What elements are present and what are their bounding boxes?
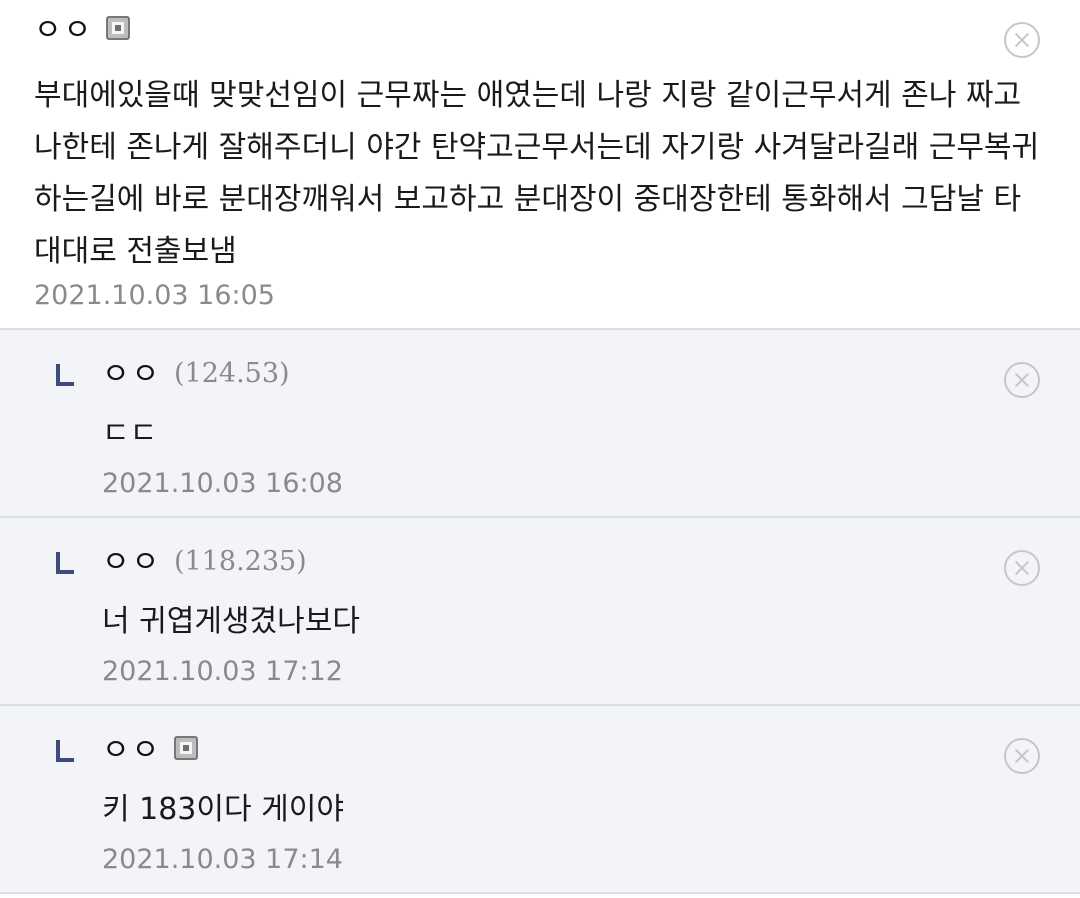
comment-nickname[interactable]: ㅇㅇ: [102, 548, 161, 578]
comment-date: 2021.10.03 16:05: [34, 280, 275, 311]
comment-text: 부대에있을때 맞맞선임이 근무짜는 애였는데 나랑 지랑 같이근무서게 존나 짜…: [34, 78, 1040, 269]
comment-nickname[interactable]: ㅇㅇ: [102, 736, 161, 766]
comment-text: ㄷㄷ: [102, 416, 158, 451]
member-badge-icon: [106, 16, 130, 40]
reply-comment: ㅇㅇ (118.235) 너 귀엽게생겼나보다 2021.10.03 17:12: [0, 518, 1080, 706]
comment-ip: (118.235): [174, 546, 307, 577]
reply-arrow-icon: [56, 552, 74, 574]
member-badge-icon: [174, 736, 198, 760]
comment-nickname[interactable]: ㅇㅇ: [102, 360, 161, 390]
reply-arrow-icon: [56, 740, 74, 762]
comment-date: 2021.10.03 17:12: [102, 656, 343, 687]
reply-comment: ㅇㅇ 키 183이다 게이야 2021.10.03 17:14: [0, 706, 1080, 894]
comment-main: ㅇㅇ 부대에있을때 맞맞선임이 근무짜는 애였는데 나랑 지랑 같이근무서게 존…: [0, 0, 1080, 330]
reply-arrow-icon: [56, 364, 74, 386]
comment-date: 2021.10.03 16:08: [102, 468, 343, 499]
delete-circle-x-icon[interactable]: [1004, 550, 1040, 586]
comment-text: 너 귀엽게생겼나보다: [102, 604, 360, 639]
delete-circle-x-icon[interactable]: [1004, 738, 1040, 774]
comment-ip: (124.53): [174, 358, 290, 389]
delete-circle-x-icon[interactable]: [1004, 22, 1040, 58]
delete-circle-x-icon[interactable]: [1004, 362, 1040, 398]
comment-text: 키 183이다 게이야: [102, 792, 344, 827]
comment-date: 2021.10.03 17:14: [102, 844, 343, 875]
comment-nickname[interactable]: ㅇㅇ: [34, 16, 93, 46]
reply-comment: ㅇㅇ (124.53) ㄷㄷ 2021.10.03 16:08: [0, 330, 1080, 518]
